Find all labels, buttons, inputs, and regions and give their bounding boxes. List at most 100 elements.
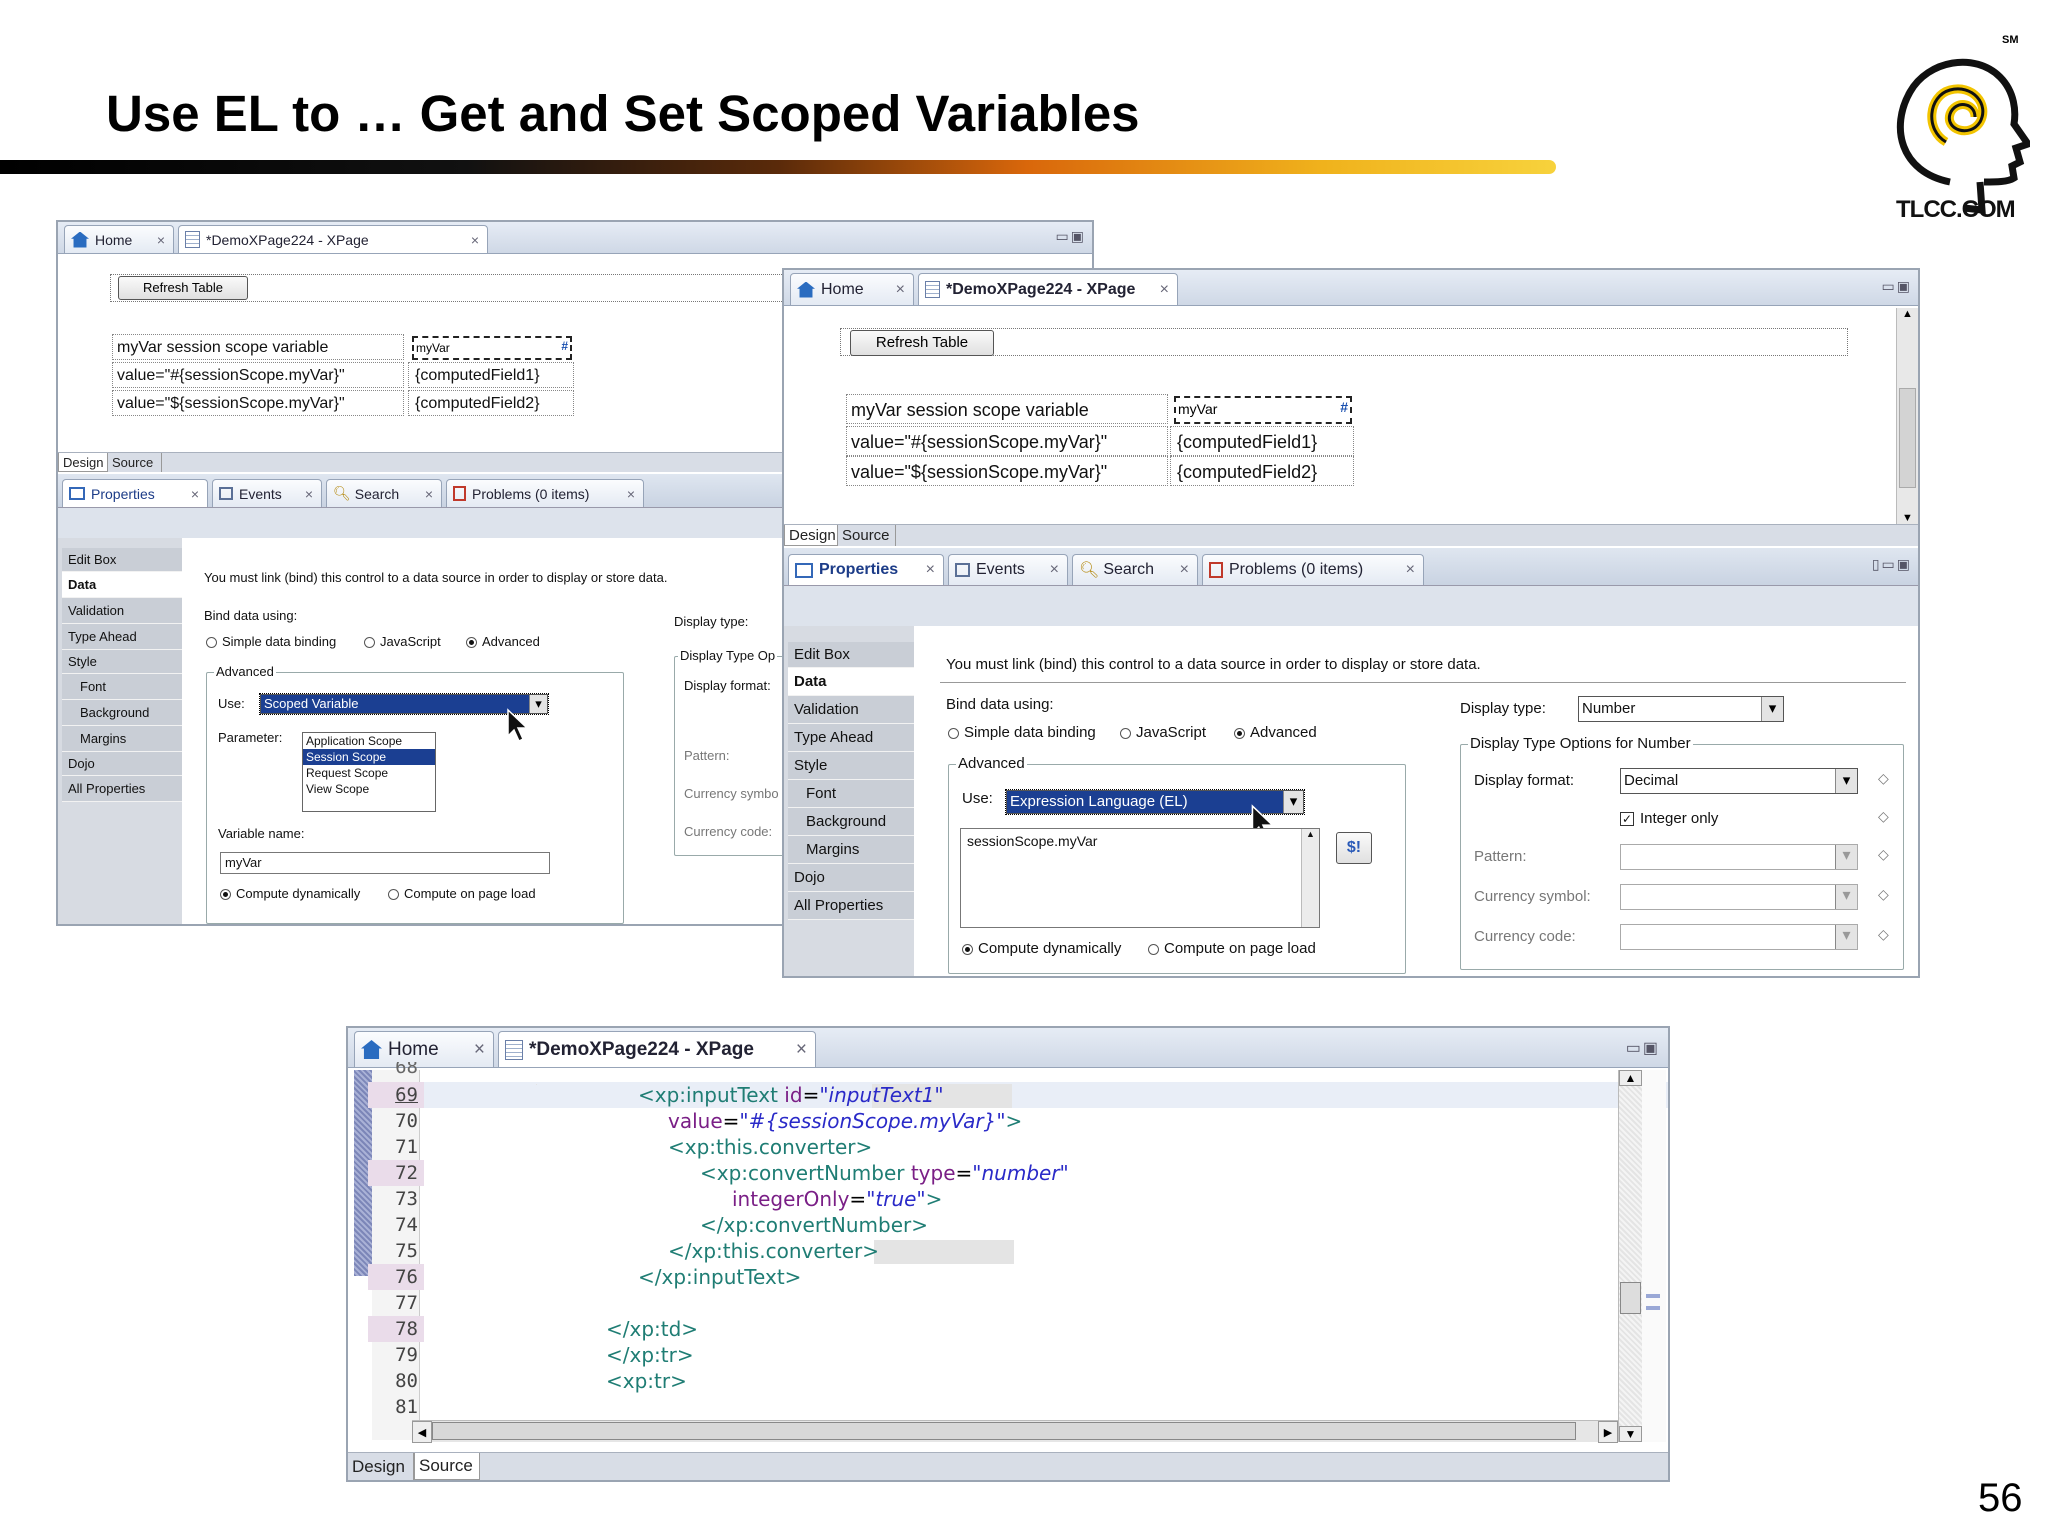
code-area[interactable]: 69 <xp:inputText id="inputText1" 70 value="… — [348, 1082, 1628, 1422]
source-vertical-scrollbar[interactable]: ▲ ▼ — [1618, 1070, 1642, 1442]
radio-javascript[interactable]: JavaScript — [364, 634, 441, 649]
tab-home[interactable]: Home × — [64, 225, 174, 253]
code-line[interactable]: <xp:convertNumber type="number" — [700, 1160, 1069, 1186]
currency-symbol-combo[interactable]: ▾ — [1620, 884, 1858, 910]
chevron-down-icon[interactable]: ▾ — [1835, 769, 1857, 793]
chevron-down-icon[interactable]: ▾ — [1283, 791, 1303, 813]
radio-javascript[interactable]: JavaScript — [1120, 724, 1206, 741]
code-line[interactable]: integerOnly="true"> — [732, 1186, 942, 1212]
radio-advanced[interactable]: Advanced — [466, 634, 540, 649]
chevron-down-icon[interactable]: ▾ — [1835, 845, 1857, 869]
scroll-right-icon[interactable]: ▶ — [1598, 1421, 1618, 1443]
computed-field-1[interactable]: {computedField1} — [408, 362, 574, 388]
close-icon[interactable]: × — [1160, 281, 1169, 299]
panel-controls-icon[interactable]: ▯▭▣ — [1872, 556, 1912, 573]
sidebar-item-style[interactable]: Style — [62, 650, 182, 674]
sidebar-item-margins[interactable]: Margins — [788, 836, 914, 864]
textarea-scroll-up-icon[interactable]: ▲ — [1301, 829, 1319, 927]
close-icon[interactable]: × — [425, 486, 433, 502]
source-tab[interactable]: Source — [414, 1453, 480, 1480]
scroll-up-icon[interactable]: ▲ — [1897, 308, 1918, 320]
sidebar-item-style[interactable]: Style — [788, 752, 914, 780]
tab-xpage[interactable]: *DemoXPage224 - XPage × — [178, 225, 488, 253]
sidebar-item-font[interactable]: Font — [788, 780, 914, 808]
use-combo-scoped-variable[interactable]: Scoped Variable ▾ — [259, 693, 549, 715]
chevron-down-icon[interactable]: ▾ — [1835, 925, 1857, 949]
close-icon[interactable]: × — [191, 486, 199, 502]
scroll-thumb-horizontal[interactable] — [432, 1422, 1576, 1440]
refresh-table-button[interactable]: Refresh Table — [850, 330, 994, 356]
integer-only-checkbox[interactable]: ✓ Integer only — [1620, 810, 1718, 827]
sidebar-item-data[interactable]: Data — [788, 668, 914, 696]
tab-events[interactable]: Events × — [948, 554, 1068, 585]
parameter-option[interactable]: Request Scope — [303, 765, 435, 781]
tab-properties[interactable]: Properties × — [788, 554, 944, 585]
code-line[interactable]: </xp:td> — [606, 1316, 698, 1342]
chevron-down-icon[interactable]: ▾ — [529, 695, 547, 713]
radio-compute-dynamically[interactable]: Compute dynamically — [962, 940, 1121, 957]
chevron-down-icon[interactable]: ▾ — [1761, 697, 1783, 721]
el-expression-textarea[interactable]: sessionScope.myVar ▲ — [960, 828, 1320, 928]
sidebar-item-margins[interactable]: Margins — [62, 726, 182, 752]
sidebar-item-all-properties[interactable]: All Properties — [62, 776, 182, 802]
scroll-left-icon[interactable]: ◀ — [412, 1421, 432, 1443]
myvar-edit-box[interactable]: myVar # — [412, 336, 572, 360]
parameter-option[interactable]: View Scope — [303, 781, 435, 797]
radio-compute-on-load[interactable]: Compute on page load — [1148, 940, 1316, 957]
source-tab[interactable]: Source — [838, 525, 896, 546]
close-icon[interactable]: × — [157, 232, 165, 248]
code-line[interactable]: value="#{sessionScope.myVar}"> — [668, 1108, 1022, 1134]
close-icon[interactable]: × — [627, 486, 635, 502]
computed-field-2[interactable]: {computedField2} — [408, 390, 574, 416]
myvar-edit-box[interactable]: myVar # — [1174, 396, 1352, 424]
close-icon[interactable]: × — [796, 1039, 807, 1061]
sidebar-item-all-properties[interactable]: All Properties — [788, 892, 914, 920]
close-icon[interactable]: × — [896, 281, 905, 299]
scroll-down-icon[interactable]: ▼ — [1897, 512, 1918, 524]
close-icon[interactable]: × — [305, 486, 313, 502]
radio-simple-binding[interactable]: Simple data binding — [206, 634, 336, 649]
close-icon[interactable]: × — [1180, 561, 1189, 579]
design-tab[interactable]: Design — [348, 1453, 414, 1480]
code-line[interactable]: <xp:inputText id="inputText1" — [638, 1082, 944, 1108]
source-horizontal-scrollbar[interactable]: ◀ ▶ — [412, 1420, 1618, 1443]
tab-search[interactable]: 🔍︎ Search × — [1072, 554, 1198, 585]
tab-problems[interactable]: Problems (0 items) × — [446, 479, 644, 507]
window-controls-icon[interactable]: ▭▣ — [1626, 1038, 1660, 1058]
parameter-option[interactable]: Application Scope — [303, 733, 435, 749]
scroll-down-icon[interactable]: ▼ — [1619, 1426, 1642, 1442]
scroll-up-icon[interactable]: ▲ — [1619, 1070, 1642, 1086]
editor-scrollbar[interactable]: ▲ ▼ — [1896, 308, 1918, 524]
close-icon[interactable]: × — [926, 561, 935, 579]
sidebar-item-edit-box[interactable]: Edit Box — [788, 642, 914, 668]
code-line[interactable]: </xp:inputText> — [638, 1264, 801, 1290]
sidebar-item-background[interactable]: Background — [62, 700, 182, 726]
radio-advanced[interactable]: Advanced — [1234, 724, 1317, 741]
close-icon[interactable]: × — [474, 1039, 485, 1061]
currency-code-combo[interactable]: ▾ — [1620, 924, 1858, 950]
sidebar-item-validation[interactable]: Validation — [788, 696, 914, 724]
refresh-table-button[interactable]: Refresh Table — [118, 276, 248, 300]
display-type-combo[interactable]: Number ▾ — [1578, 696, 1784, 722]
script-editor-button[interactable]: $! — [1336, 832, 1372, 864]
scroll-thumb[interactable] — [1620, 1282, 1641, 1314]
close-icon[interactable]: × — [1050, 561, 1059, 579]
parameter-listbox[interactable]: Application Scope Session Scope Request … — [302, 732, 436, 812]
code-line[interactable]: </xp:tr> — [606, 1342, 694, 1368]
code-line[interactable]: <xp:this.converter> — [668, 1134, 872, 1160]
design-tab[interactable]: Design — [784, 525, 838, 546]
sidebar-item-edit-box[interactable]: Edit Box — [62, 548, 182, 572]
radio-compute-on-load[interactable]: Compute on page load — [388, 886, 536, 901]
radio-simple-binding[interactable]: Simple data binding — [948, 724, 1096, 741]
sidebar-item-type-ahead[interactable]: Type Ahead — [62, 624, 182, 650]
sidebar-item-dojo[interactable]: Dojo — [62, 752, 182, 776]
chevron-down-icon[interactable]: ▾ — [1835, 885, 1857, 909]
window-controls-icon[interactable]: ▭▣ — [1056, 228, 1086, 245]
tab-properties[interactable]: Properties × — [62, 479, 208, 507]
tab-search[interactable]: 🔍︎ Search × — [326, 479, 442, 507]
code-line[interactable]: </xp:convertNumber> — [700, 1212, 928, 1238]
design-tab[interactable]: Design — [58, 453, 108, 472]
sidebar-item-background[interactable]: Background — [788, 808, 914, 836]
pattern-combo[interactable]: ▾ — [1620, 844, 1858, 870]
tab-problems[interactable]: Problems (0 items) × — [1202, 554, 1424, 585]
